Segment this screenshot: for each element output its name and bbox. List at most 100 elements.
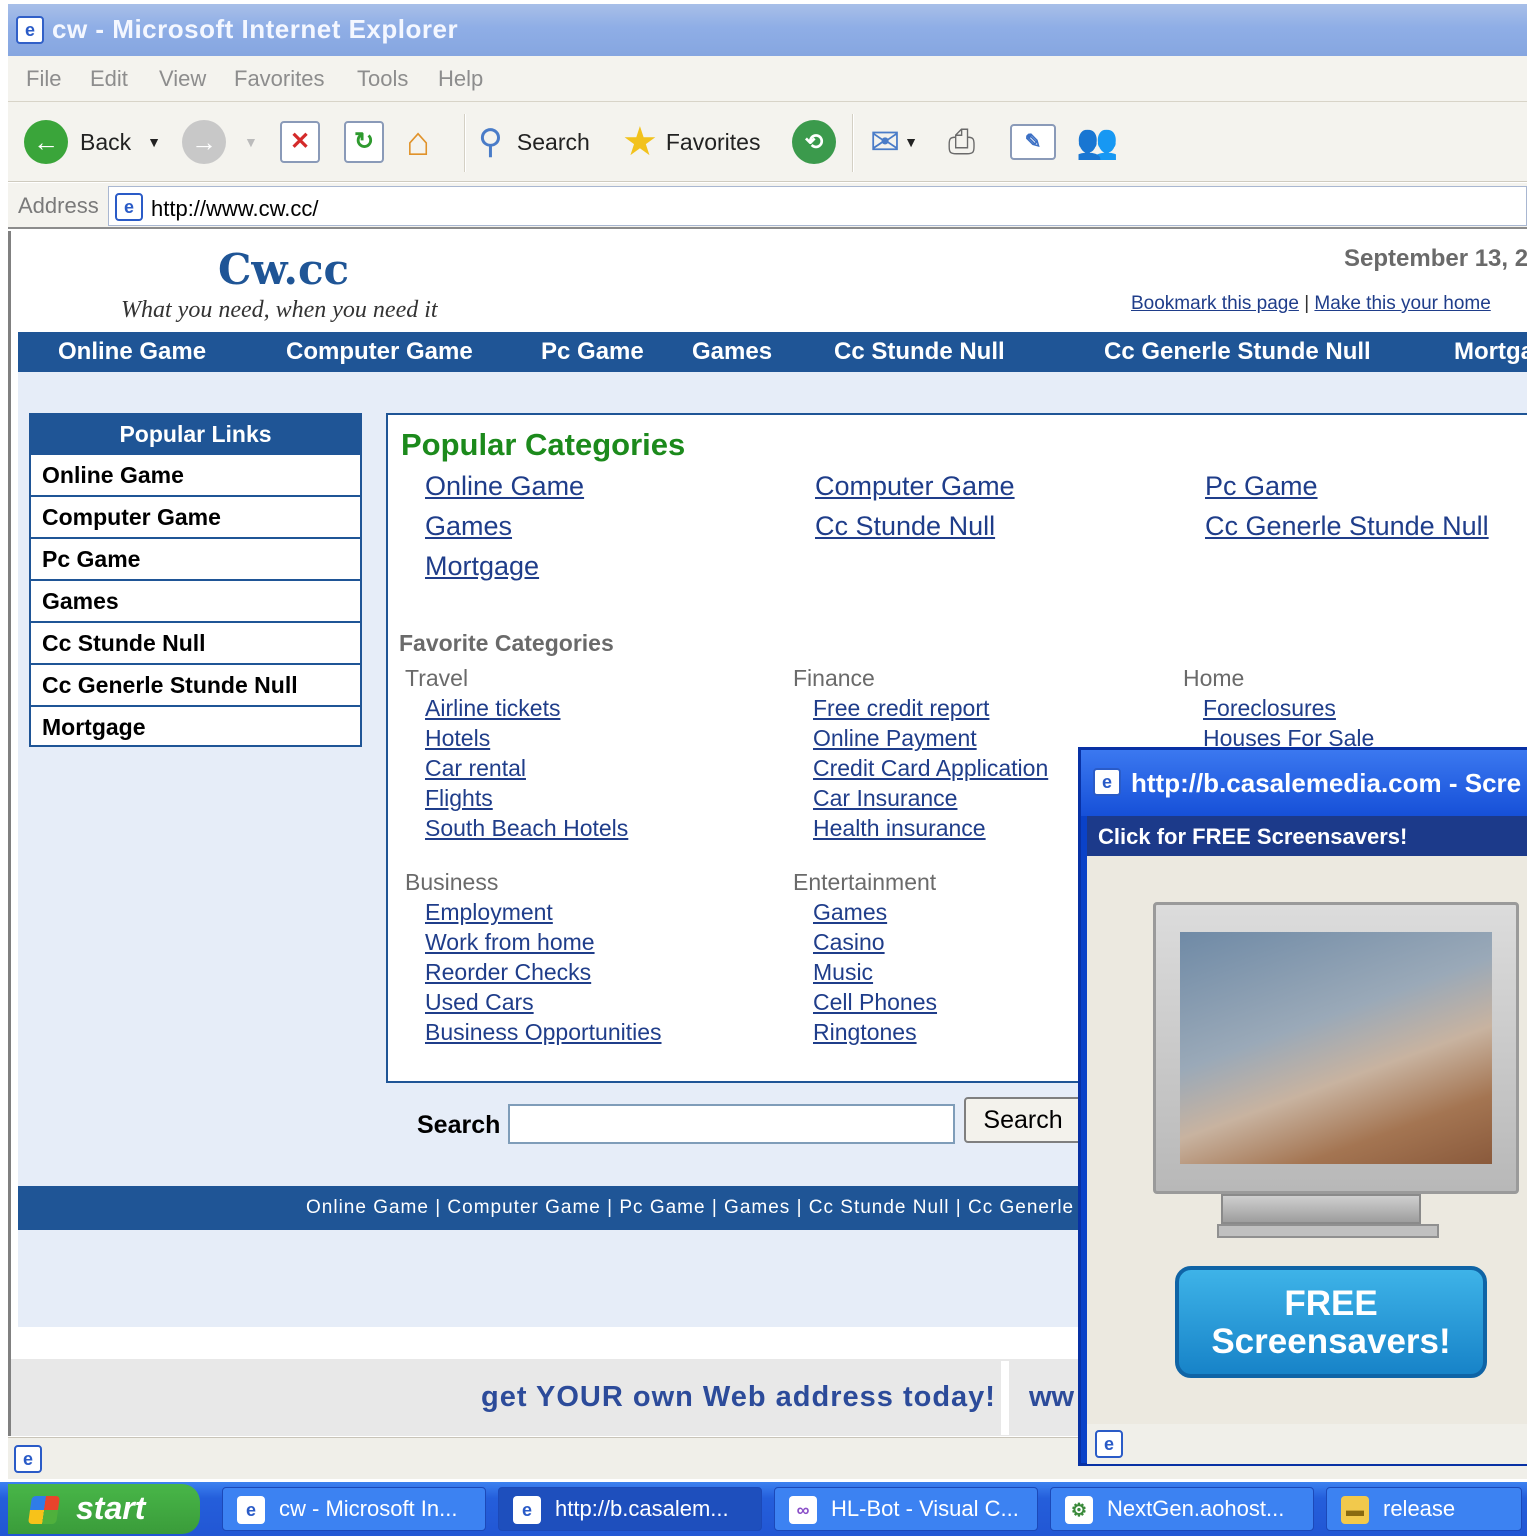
refresh-button[interactable]: ↻ [344,118,384,166]
address-label: Address [18,193,99,218]
sidebar-title: Popular Links [31,415,360,453]
nav-cc-stunde-null[interactable]: Cc Stunde Null [834,338,1005,366]
entertainment-link[interactable]: Music [813,959,873,986]
footer-nav-links[interactable]: Online Game | Computer Game | Pc Game | … [306,1197,1074,1219]
popup-title-bar[interactable]: e http://b.casalemedia.com - Scre [1081,750,1527,816]
search-label: Search [417,1111,501,1139]
menu-help[interactable]: Help [438,66,483,92]
sidebar-item-computer-game[interactable]: Computer Game [31,495,360,537]
menu-favorites[interactable]: Favorites [234,66,324,92]
popular-link[interactable]: Cc Stunde Null [815,511,995,542]
history-icon: ⟲ [792,120,836,164]
finance-link[interactable]: Credit Card Application [813,755,1048,782]
finance-link[interactable]: Car Insurance [813,785,957,812]
menu-tools[interactable]: Tools [357,66,408,92]
windows-logo-icon [28,1496,60,1524]
free-screensavers-button[interactable]: FREE Screensavers! [1175,1266,1487,1378]
make-home-link[interactable]: Make this your home [1314,293,1490,314]
mail-button[interactable]: ✉ ▼ [870,118,918,166]
popup-window[interactable]: e http://b.casalemedia.com - Scre Click … [1078,747,1527,1466]
nav-cc-generle-stunde-null[interactable]: Cc Generle Stunde Null [1104,338,1371,366]
chevron-down-icon: ▼ [244,134,258,150]
search-button[interactable]: ⚲ Search [478,118,590,166]
back-label: Back [80,128,132,155]
history-button[interactable]: ⟲ [792,118,836,166]
sidebar-item-mortgage[interactable]: Mortgage [31,705,360,747]
taskbar-item[interactable]: ∞ HL-Bot - Visual C... [774,1487,1038,1531]
chevron-down-icon[interactable]: ▼ [904,134,918,150]
entertainment-link[interactable]: Cell Phones [813,989,937,1016]
popular-link[interactable]: Pc Game [1205,471,1318,502]
popup-header[interactable]: Click for FREE Screensavers! [1087,816,1527,856]
travel-link[interactable]: Car rental [425,755,526,782]
taskbar-item[interactable]: ▬ release [1326,1487,1522,1531]
travel-link[interactable]: Flights [425,785,493,812]
sidebar-item-pc-game[interactable]: Pc Game [31,537,360,579]
bookmark-link[interactable]: Bookmark this page [1131,293,1299,314]
business-link[interactable]: Work from home [425,929,595,956]
chevron-down-icon[interactable]: ▼ [147,134,161,150]
travel-link[interactable]: Hotels [425,725,490,752]
nav-games[interactable]: Games [692,338,772,366]
category-business: Business [405,869,499,895]
monitor-image[interactable] [1153,902,1519,1194]
popular-link[interactable]: Games [425,511,512,542]
popular-link[interactable]: Computer Game [815,471,1015,502]
home-button[interactable]: ⌂ [406,118,430,166]
address-url[interactable]: http://www.cw.cc/ [151,196,319,222]
sidebar-item-games[interactable]: Games [31,579,360,621]
finance-link[interactable]: Online Payment [813,725,977,752]
menu-edit[interactable]: Edit [90,66,128,92]
forward-button[interactable]: → ▼ [182,118,258,166]
home-link[interactable]: Foreclosures [1203,695,1336,722]
back-button[interactable]: ← Back ▼ [24,118,161,166]
taskbar-item[interactable]: e http://b.casalem... [498,1487,762,1531]
free-button-line2: Screensavers! [1211,1322,1451,1361]
business-link[interactable]: Employment [425,899,553,926]
nav-online-game[interactable]: Online Game [58,338,206,366]
toolbar-separator [852,114,854,172]
search-submit-button[interactable]: Search [964,1097,1082,1143]
stop-button[interactable]: ✕ [280,118,320,166]
sidebar-item-cc-stunde-null[interactable]: Cc Stunde Null [31,621,360,663]
edit-button[interactable]: ✎ [1010,118,1056,166]
promo-text[interactable]: get YOUR own Web address today! [481,1381,996,1414]
travel-link[interactable]: South Beach Hotels [425,815,628,842]
popular-link[interactable]: Online Game [425,471,584,502]
menu-view[interactable]: View [159,66,206,92]
popup-header-text[interactable]: Click for FREE Screensavers! [1098,824,1407,850]
promo-text-2[interactable]: ww [1029,1381,1074,1414]
menu-file[interactable]: File [26,66,61,92]
sidebar-item-cc-generle-stunde-null[interactable]: Cc Generle Stunde Null [31,663,360,705]
entertainment-link[interactable]: Ringtones [813,1019,917,1046]
nav-pc-game[interactable]: Pc Game [541,338,644,366]
entertainment-link[interactable]: Casino [813,929,885,956]
site-logo[interactable]: Cw.cc [218,245,349,294]
business-link[interactable]: Reorder Checks [425,959,591,986]
link-separator: | [1304,293,1310,314]
window-title-bar[interactable]: e cw - Microsoft Internet Explorer [8,4,1527,56]
taskbar-item[interactable]: ⚙ NextGen.aohost... [1050,1487,1314,1531]
search-input[interactable] [508,1104,955,1144]
entertainment-link[interactable]: Games [813,899,887,926]
messenger-button[interactable]: 👥 [1076,118,1118,166]
finance-link[interactable]: Health insurance [813,815,986,842]
ad-photo[interactable] [1180,932,1492,1164]
sidebar-item-online-game[interactable]: Online Game [31,453,360,495]
taskbar-item[interactable]: e cw - Microsoft In... [222,1487,486,1531]
start-button[interactable]: start [8,1484,200,1534]
popular-link[interactable]: Cc Generle Stunde Null [1205,511,1489,542]
print-button[interactable]: ⎙ [948,118,975,166]
menu-bar: File Edit View Favorites Tools Help [8,56,1527,102]
nav-computer-game[interactable]: Computer Game [286,338,473,366]
finance-link[interactable]: Free credit report [813,695,989,722]
travel-link[interactable]: Airline tickets [425,695,560,722]
address-input[interactable]: e http://www.cw.cc/ [108,186,1527,226]
taskbar-item-label: HL-Bot - Visual C... [831,1496,1019,1521]
start-label: start [76,1490,146,1526]
nav-mortgage[interactable]: Mortga [1454,338,1527,366]
business-link[interactable]: Used Cars [425,989,534,1016]
favorites-button[interactable]: ★ Favorites [622,118,760,166]
popular-link[interactable]: Mortgage [425,551,539,582]
business-link[interactable]: Business Opportunities [425,1019,662,1046]
